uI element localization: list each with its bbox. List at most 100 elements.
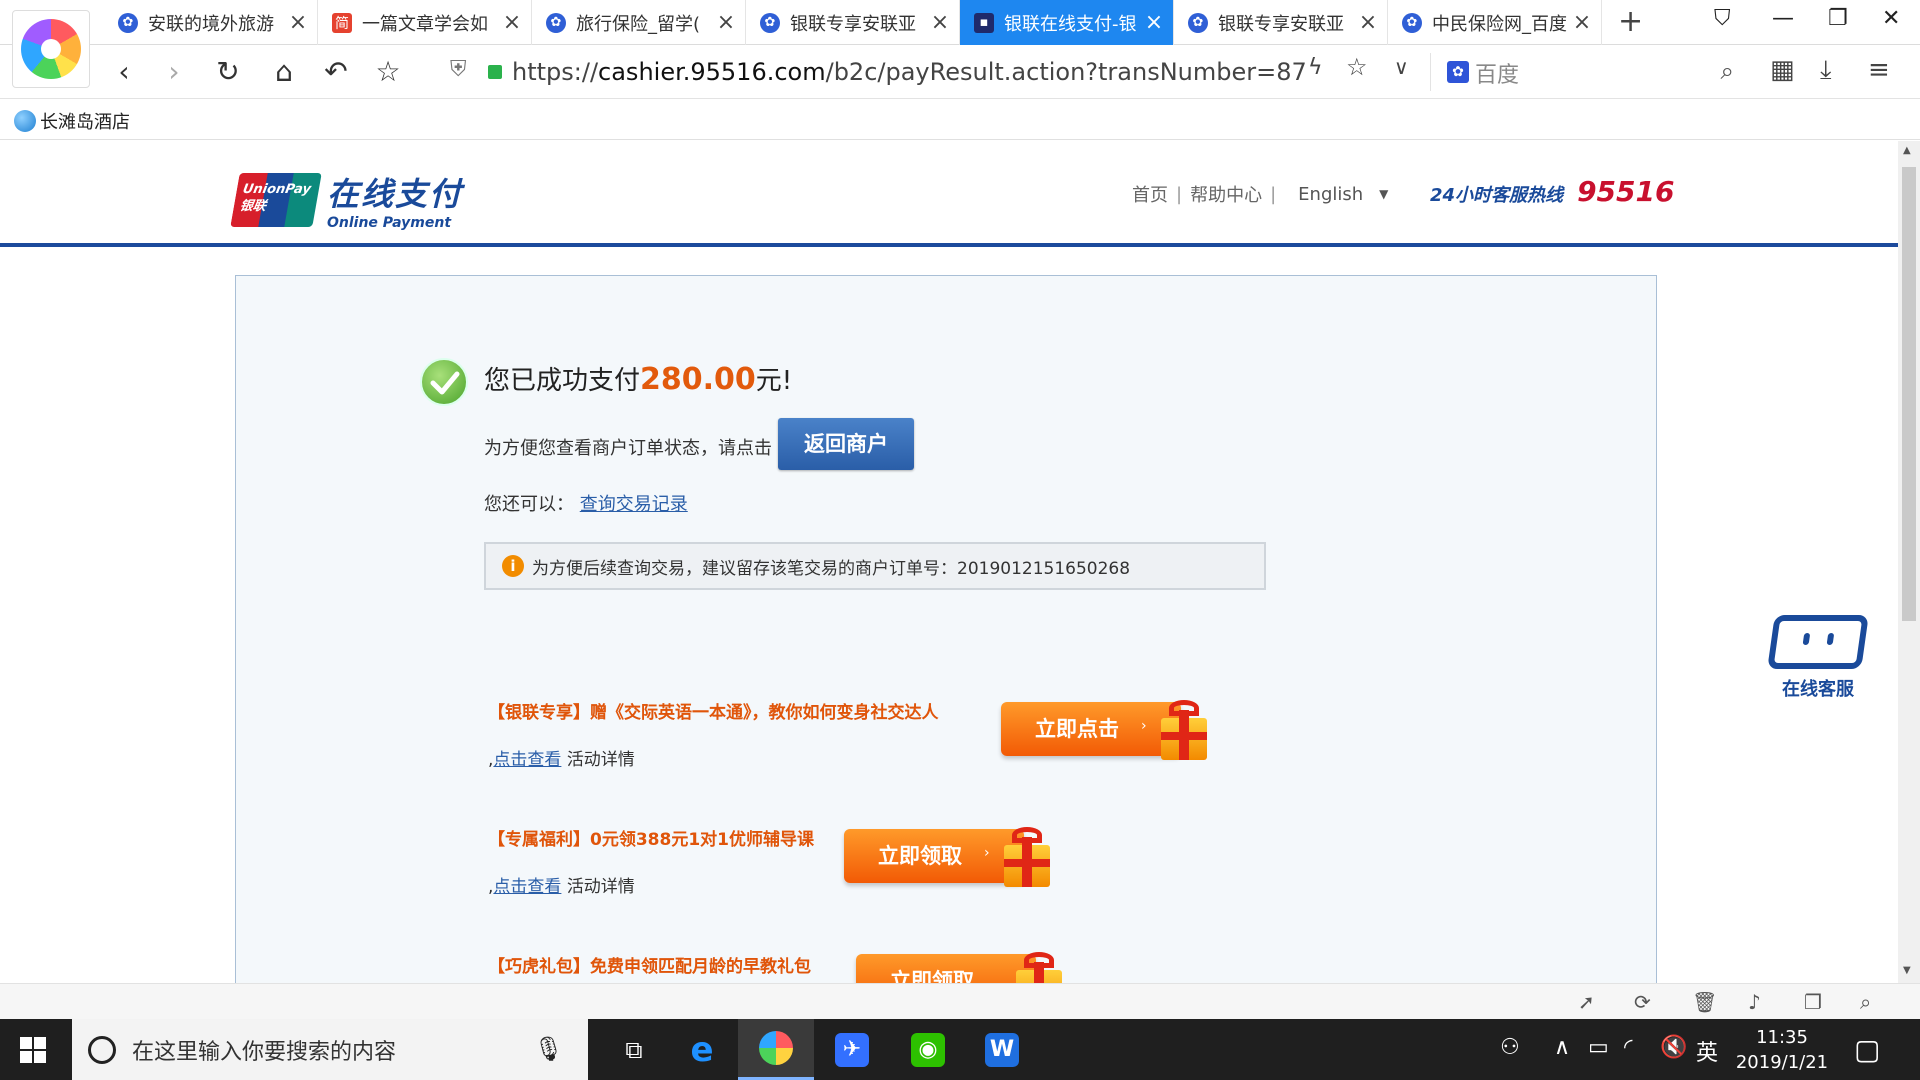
language-select[interactable]: English xyxy=(1298,184,1363,205)
volume-icon[interactable]: ♪ xyxy=(1748,990,1761,1014)
tab-6[interactable]: ✿ 银联专享安联亚 × xyxy=(1174,0,1388,45)
tab-5-active[interactable]: ▪ 银联在线支付-银 × xyxy=(960,0,1174,45)
clock-time: 11:35 xyxy=(1756,1027,1808,1048)
windows-taskbar: 在这里输入你要搜索的内容 🎙 ⧉ e ✈ ◉ W ⚇ ∧ ▭ ◜ 🔇 英 11:… xyxy=(0,1019,1920,1080)
close-icon[interactable]: × xyxy=(285,10,311,35)
close-window-icon[interactable]: ✕ xyxy=(1882,6,1900,31)
home-icon[interactable]: ⌂ xyxy=(266,55,302,91)
chevron-up-icon[interactable]: ∧ xyxy=(1554,1035,1570,1060)
close-icon[interactable]: × xyxy=(713,10,739,35)
close-icon[interactable]: × xyxy=(927,10,953,35)
bookmark-star-icon[interactable]: ☆ xyxy=(1346,53,1368,81)
promo-title: 【专属福利】0元领388元1对1优师辅导课 xyxy=(488,830,814,850)
wps-icon[interactable]: W xyxy=(964,1019,1040,1080)
bookmark-label: 长滩岛酒店 xyxy=(40,112,130,133)
menu-icon[interactable]: ≡ xyxy=(1868,55,1890,85)
scroll-down-icon[interactable]: ▼ xyxy=(1903,965,1911,976)
query-transactions-link[interactable]: 查询交易记录 xyxy=(580,494,688,515)
close-icon[interactable]: × xyxy=(499,10,525,35)
browser-logo-icon[interactable] xyxy=(12,10,90,88)
system-clock[interactable]: 11:35 2019/1/21 xyxy=(1732,1025,1832,1075)
also-label: 您还可以： xyxy=(484,494,574,515)
promo-view-link[interactable]: 点击查看 xyxy=(493,750,561,770)
promo-item: 【银联专享】赠《交际英语一本通》，教你如何变身社交达人 ,点击查看 活动详情 xyxy=(488,698,939,770)
close-icon[interactable]: × xyxy=(1355,10,1381,35)
windows-start-icon[interactable] xyxy=(20,1037,46,1063)
people-icon[interactable]: ⚇ xyxy=(1500,1035,1520,1060)
task-view-icon[interactable]: ⧉ xyxy=(596,1019,672,1080)
tab-label: 中民保险网_百度 xyxy=(1432,13,1567,35)
notification-icon[interactable]: ▢ xyxy=(1854,1033,1880,1066)
badge-bottom-text: 银联 xyxy=(238,199,268,214)
tab-2[interactable]: 简 一篇文章学会如 × xyxy=(318,0,532,45)
promo-button[interactable]: 立即点击 › xyxy=(1001,696,1215,760)
taskbar-search[interactable]: 在这里输入你要搜索的内容 🎙 xyxy=(72,1019,588,1080)
baidu-paw-icon: ✿ xyxy=(118,12,138,33)
new-tab-icon[interactable]: + xyxy=(1618,4,1643,39)
battery-icon[interactable]: ▭ xyxy=(1588,1035,1609,1060)
favorite-star-icon[interactable]: ☆ xyxy=(370,55,406,91)
bookmark-item[interactable]: 长滩岛酒店 xyxy=(14,108,130,134)
download-icon[interactable]: ⤓ xyxy=(1820,55,1832,86)
promo-button-label: 立即点击 xyxy=(1001,702,1181,756)
zoom-icon[interactable]: ⌕ xyxy=(1860,990,1871,1014)
edge-icon[interactable]: e xyxy=(664,1019,740,1080)
dropdown-icon[interactable]: ∨ xyxy=(1394,55,1409,79)
shield-icon[interactable]: ⛨ xyxy=(450,57,467,82)
online-service-widget[interactable]: 在线客服 xyxy=(1766,615,1870,701)
gift-icon xyxy=(1000,823,1056,889)
scroll-up-icon[interactable]: ▲ xyxy=(1903,145,1911,156)
close-icon[interactable]: × xyxy=(1141,10,1167,35)
restore-icon[interactable]: ❐ xyxy=(1828,6,1848,31)
speedup-icon[interactable]: ⟳ xyxy=(1634,990,1651,1014)
promo-button[interactable]: 立即领取 xyxy=(856,948,1070,983)
apps-grid-icon[interactable]: ▦ xyxy=(1770,55,1795,85)
taskbar-search-placeholder: 在这里输入你要搜索的内容 xyxy=(132,1039,397,1065)
microphone-icon[interactable]: 🎙 xyxy=(534,1035,564,1063)
address-bar[interactable]: ⛨ https://cashier.95516.com/b2c/payResul… xyxy=(440,53,1409,91)
url-text[interactable]: https://cashier.95516.com/b2c/payResult.… xyxy=(512,58,1307,86)
promo-button[interactable]: 立即领取 › xyxy=(844,823,1058,887)
rocket-icon[interactable]: ➚ xyxy=(1578,990,1595,1014)
refresh-icon[interactable]: ↻ xyxy=(210,55,246,91)
success-message: 您已成功支付280.00元! xyxy=(484,360,792,397)
tab-1[interactable]: ✿ 安联的境外旅游 × xyxy=(104,0,318,45)
promo-title: 【银联专享】赠《交际英语一本通》，教你如何变身社交达人 xyxy=(488,703,939,723)
window-icon[interactable]: ❐ xyxy=(1804,990,1822,1014)
360-browser-icon[interactable] xyxy=(738,1019,814,1080)
site-header: UnionPay 银联 在线支付 Online Payment 首页 | 帮助中心… xyxy=(0,141,1898,247)
lightning-icon[interactable]: ϟ xyxy=(1308,55,1323,80)
tab-4[interactable]: ✿ 银联专享安联亚 × xyxy=(746,0,960,45)
close-icon[interactable]: × xyxy=(1569,10,1595,35)
undo-icon[interactable]: ↶ xyxy=(318,55,354,91)
search-icon[interactable]: ⌕ xyxy=(1721,57,1734,85)
feishu-icon[interactable]: ✈ xyxy=(814,1019,890,1080)
forward-icon[interactable]: › xyxy=(156,55,192,91)
online-service-label: 在线客服 xyxy=(1782,679,1854,700)
promo-view-link[interactable]: 点击查看 xyxy=(493,877,561,897)
unionpay-logo[interactable]: UnionPay 银联 在线支付 Online Payment xyxy=(230,169,463,231)
skin-icon[interactable]: ⛉ xyxy=(1714,6,1731,31)
scroll-thumb[interactable] xyxy=(1902,167,1916,621)
tab-label: 安联的境外旅游 xyxy=(148,13,274,35)
volume-muted-icon[interactable]: 🔇 xyxy=(1660,1035,1687,1060)
caret-down-icon[interactable]: ▼ xyxy=(1379,187,1388,201)
promo-detail-text: 活动详情 xyxy=(566,750,635,770)
globe-icon xyxy=(14,110,36,132)
trash-icon[interactable]: 🗑 xyxy=(1692,990,1717,1014)
ime-indicator[interactable]: 英 xyxy=(1696,1035,1718,1067)
nav-help-link[interactable]: 帮助中心 xyxy=(1190,181,1262,207)
url-host: cashier.95516.com xyxy=(598,58,826,86)
nav-home-link[interactable]: 首页 xyxy=(1132,181,1168,207)
wechat-icon[interactable]: ◉ xyxy=(890,1019,966,1080)
vertical-scrollbar[interactable]: ▲ ▼ xyxy=(1898,141,1920,983)
search-box[interactable]: ✿ 百度 ⌕ xyxy=(1430,53,1746,91)
return-merchant-button[interactable]: 返回商户 xyxy=(778,418,914,470)
checkmark-icon xyxy=(420,358,468,406)
also-row: 您还可以： 查询交易记录 xyxy=(484,490,688,516)
back-icon[interactable]: ‹ xyxy=(106,55,142,91)
tab-3[interactable]: ✿ 旅行保险_留学( × xyxy=(532,0,746,45)
tab-7[interactable]: ✿ 中民保险网_百度 × xyxy=(1388,0,1602,45)
minimize-icon[interactable]: — xyxy=(1772,6,1794,31)
wifi-icon[interactable]: ◜ xyxy=(1624,1035,1633,1060)
